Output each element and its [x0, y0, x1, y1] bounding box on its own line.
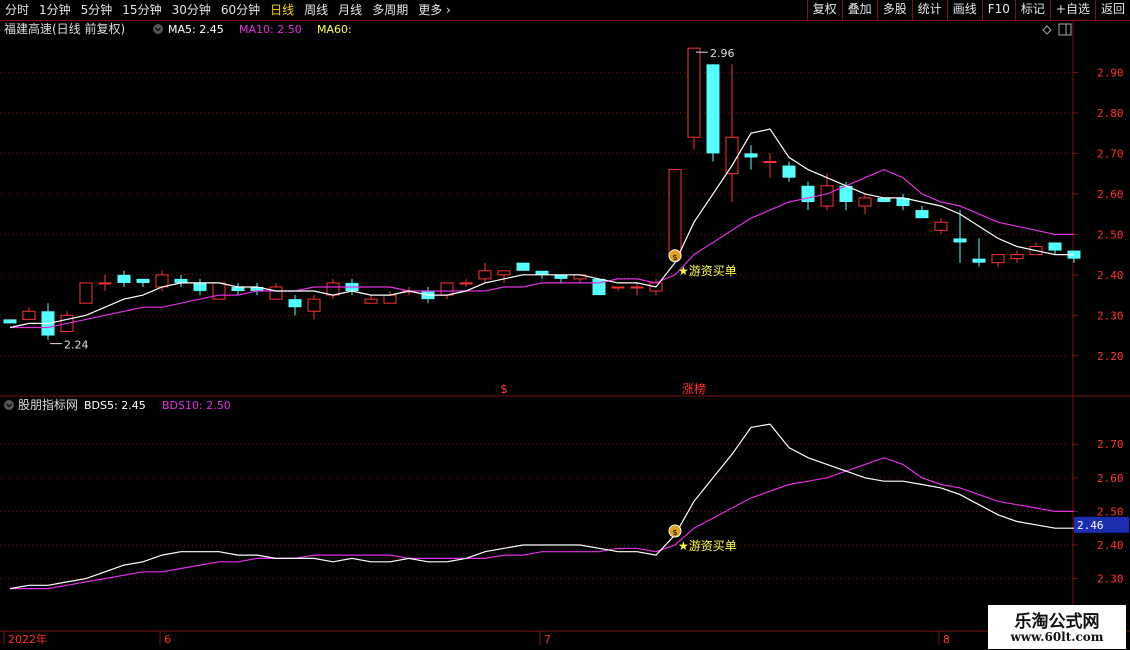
candle-body	[98, 282, 112, 285]
current-value-label: 2.46	[1077, 519, 1104, 532]
candle-body	[991, 254, 1005, 264]
candle-body	[934, 221, 948, 231]
y-tick-label: 2.40	[1097, 269, 1124, 282]
window-icon	[1058, 23, 1072, 36]
candle-body	[744, 153, 758, 158]
y-tick-label: 2.50	[1097, 505, 1124, 518]
bds10-line	[10, 457, 1074, 590]
pane-title: 福建高速(日线 前复权)	[4, 21, 125, 36]
candle-body	[972, 258, 986, 263]
y-tick-label: 2.90	[1097, 66, 1124, 79]
candle-body	[3, 319, 17, 324]
y-tick-label: 2.80	[1097, 107, 1124, 120]
pane-header: 股朋指标网 BDS5: 2.45 BDS10: 2.50	[4, 397, 231, 412]
candle-body	[497, 270, 511, 276]
candle-body	[516, 262, 530, 271]
candle-body	[459, 282, 473, 285]
buy-signal-label: ★游资买单	[678, 264, 737, 278]
candle-body	[269, 286, 283, 300]
candle-body	[725, 136, 739, 175]
candle-body	[611, 286, 625, 289]
x-tick-label: 8	[943, 633, 950, 646]
pane-header: 福建高速(日线 前复权) MA5: 2.45 MA10: 2.50 MA60:	[4, 21, 352, 36]
pane-title: 股朋指标网	[18, 397, 78, 412]
x-tick-label: 7	[544, 633, 551, 646]
candle-body	[1048, 242, 1062, 251]
y-tick-label: 2.70	[1097, 147, 1124, 160]
candle-body	[212, 282, 226, 300]
candle-body	[953, 238, 967, 243]
event-marker: $	[500, 382, 508, 396]
y-tick-label: 2.70	[1097, 438, 1124, 451]
candle-body	[782, 165, 796, 178]
low-price-label: 2.24	[64, 339, 89, 352]
watermark-title: 乐淘公式网	[1014, 612, 1100, 632]
candle-body	[383, 294, 397, 304]
candle-body	[763, 160, 777, 163]
candle-body	[858, 197, 872, 207]
candle-body	[706, 64, 720, 154]
legend-entry: MA60:	[317, 23, 352, 36]
candle-body	[687, 47, 701, 138]
candle-body	[592, 278, 606, 296]
event-marker: 涨榜	[682, 381, 706, 396]
buy-signal-label: ★游资买单	[678, 539, 737, 553]
legend-entry: BDS10: 2.50	[162, 399, 231, 412]
y-tick-label: 2.30	[1097, 573, 1124, 586]
candle-body	[117, 274, 131, 283]
candle-body	[136, 278, 150, 283]
watermark-url: www.60lt.com	[1010, 630, 1104, 644]
y-tick-label: 2.40	[1097, 539, 1124, 552]
y-tick-label: 2.50	[1097, 228, 1124, 241]
y-tick-label: 2.30	[1097, 309, 1124, 322]
y-tick-label: 2.60	[1097, 472, 1124, 485]
diamond-icon	[1042, 25, 1052, 35]
candle-body	[1010, 254, 1024, 260]
candle-body	[440, 282, 454, 296]
watermark: 乐淘公式网 www.60lt.com	[988, 605, 1126, 649]
candle-body	[155, 274, 169, 288]
candle-body	[364, 298, 378, 304]
legend-entry: MA5: 2.45	[168, 23, 224, 36]
candle-body	[630, 286, 644, 289]
high-price-label: 2.96	[710, 47, 735, 60]
candle-body	[877, 197, 891, 202]
ma5-line	[9, 128, 1074, 329]
legend-entry: BDS5: 2.45	[84, 399, 146, 412]
money-bag-glyph: $	[672, 253, 677, 262]
y-tick-label: 2.60	[1097, 188, 1124, 201]
collapse-icon	[153, 24, 163, 34]
candle-body	[307, 298, 321, 312]
candle-body	[668, 169, 682, 256]
candle-body	[22, 310, 36, 320]
candles	[3, 47, 1081, 340]
legend-entry: MA10: 2.50	[239, 23, 302, 36]
candle-body	[801, 185, 815, 202]
candle-body	[79, 282, 93, 304]
x-tick-label: 2022年	[8, 632, 47, 646]
candle-body	[478, 270, 492, 280]
money-bag-glyph: $	[672, 528, 677, 537]
stock-chart[interactable]: 2.20 2.30 2.40 2.50 2.60 2.70 2.80 2.90 2.30 2.40…	[0, 0, 1130, 650]
y-tick-label: 2.20	[1097, 350, 1124, 363]
candle-body	[326, 282, 340, 296]
candle-body	[820, 185, 834, 207]
candle-body	[288, 299, 302, 308]
candle-body	[915, 210, 929, 219]
x-tick-label: 6	[164, 633, 171, 646]
candle-body	[193, 282, 207, 292]
candle-body	[554, 274, 568, 279]
collapse-icon	[4, 400, 14, 410]
ma10-line	[10, 168, 1074, 329]
bds5-line	[9, 423, 1074, 590]
